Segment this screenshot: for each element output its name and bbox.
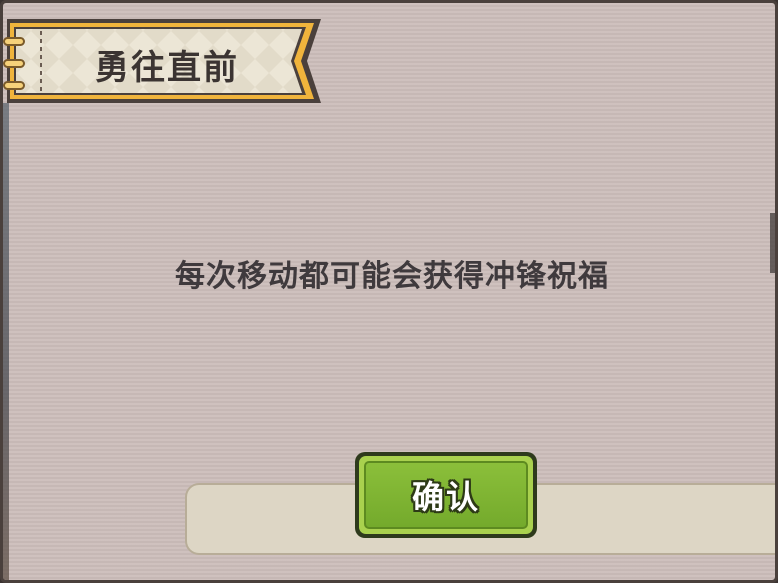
confirm-button[interactable]: 确认	[355, 452, 537, 538]
title-ribbon: 勇往直前	[3, 17, 333, 107]
dialog-message: 每次移动都可能会获得冲锋祝福	[175, 259, 609, 294]
left-edge-decoration	[3, 103, 9, 580]
confirm-button-rim: 确认	[359, 456, 533, 534]
binder-ring-icon	[3, 81, 25, 90]
confirm-button-face: 确认	[364, 461, 528, 529]
dialog-title: 勇往直前	[95, 48, 239, 88]
dialog-panel: 勇往直前 每次移动都可能会获得冲锋祝福 确认	[0, 0, 778, 583]
binder-ring-icon	[3, 37, 25, 46]
binder-ring-icon	[3, 59, 25, 68]
confirm-button-label: 确认	[411, 478, 480, 516]
